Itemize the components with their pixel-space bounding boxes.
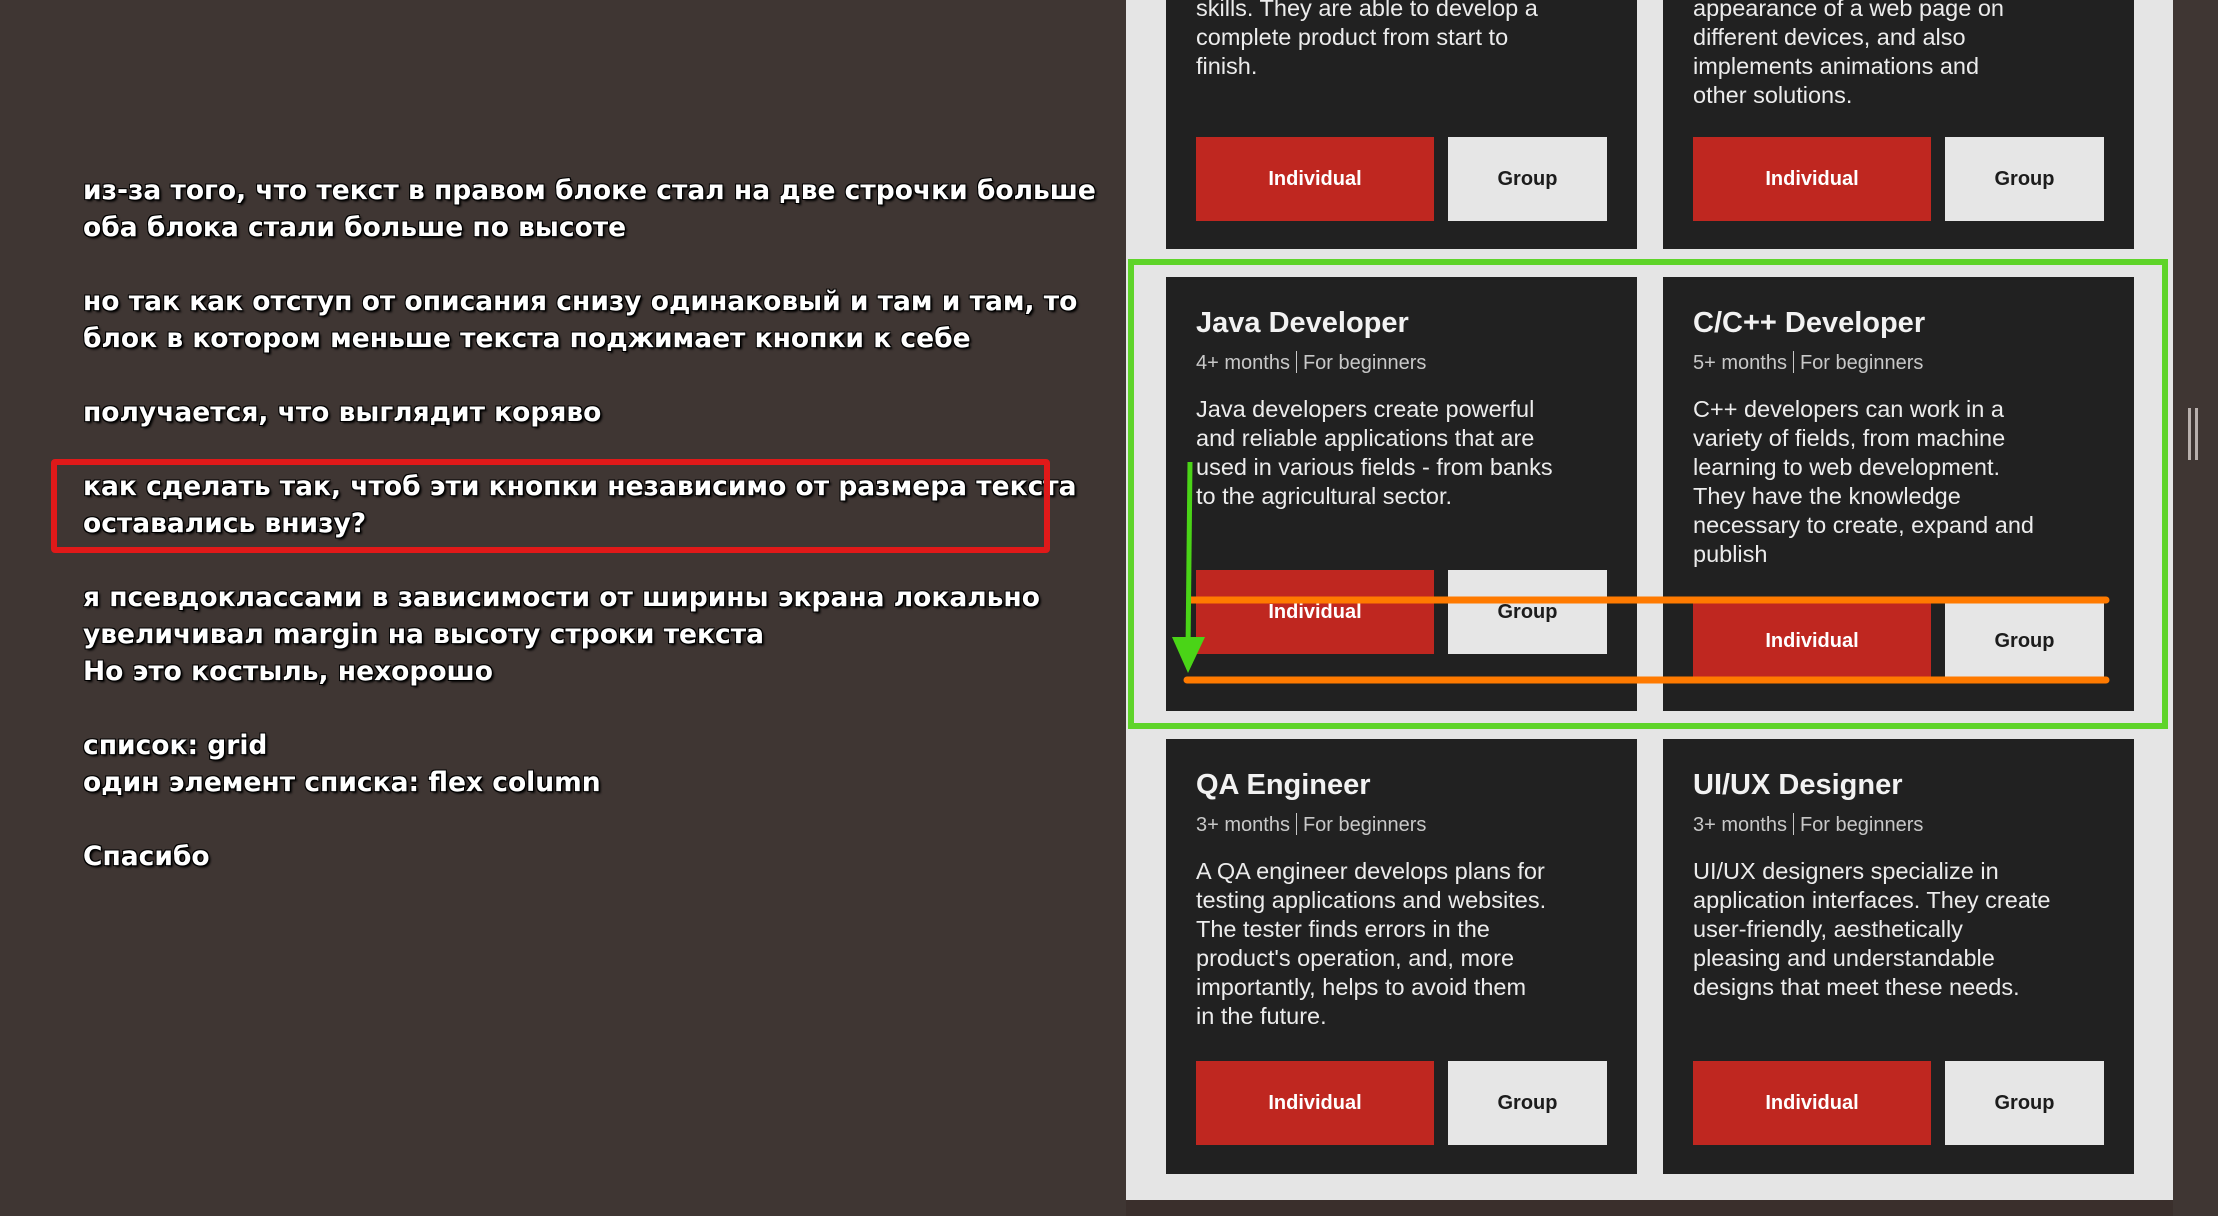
green-arrow-head-icon	[1172, 637, 1205, 673]
annotation-overlay	[1172, 461, 2110, 684]
scrollbar-grip[interactable]	[2188, 408, 2200, 460]
green-arrow-shaft	[1185, 461, 1193, 653]
